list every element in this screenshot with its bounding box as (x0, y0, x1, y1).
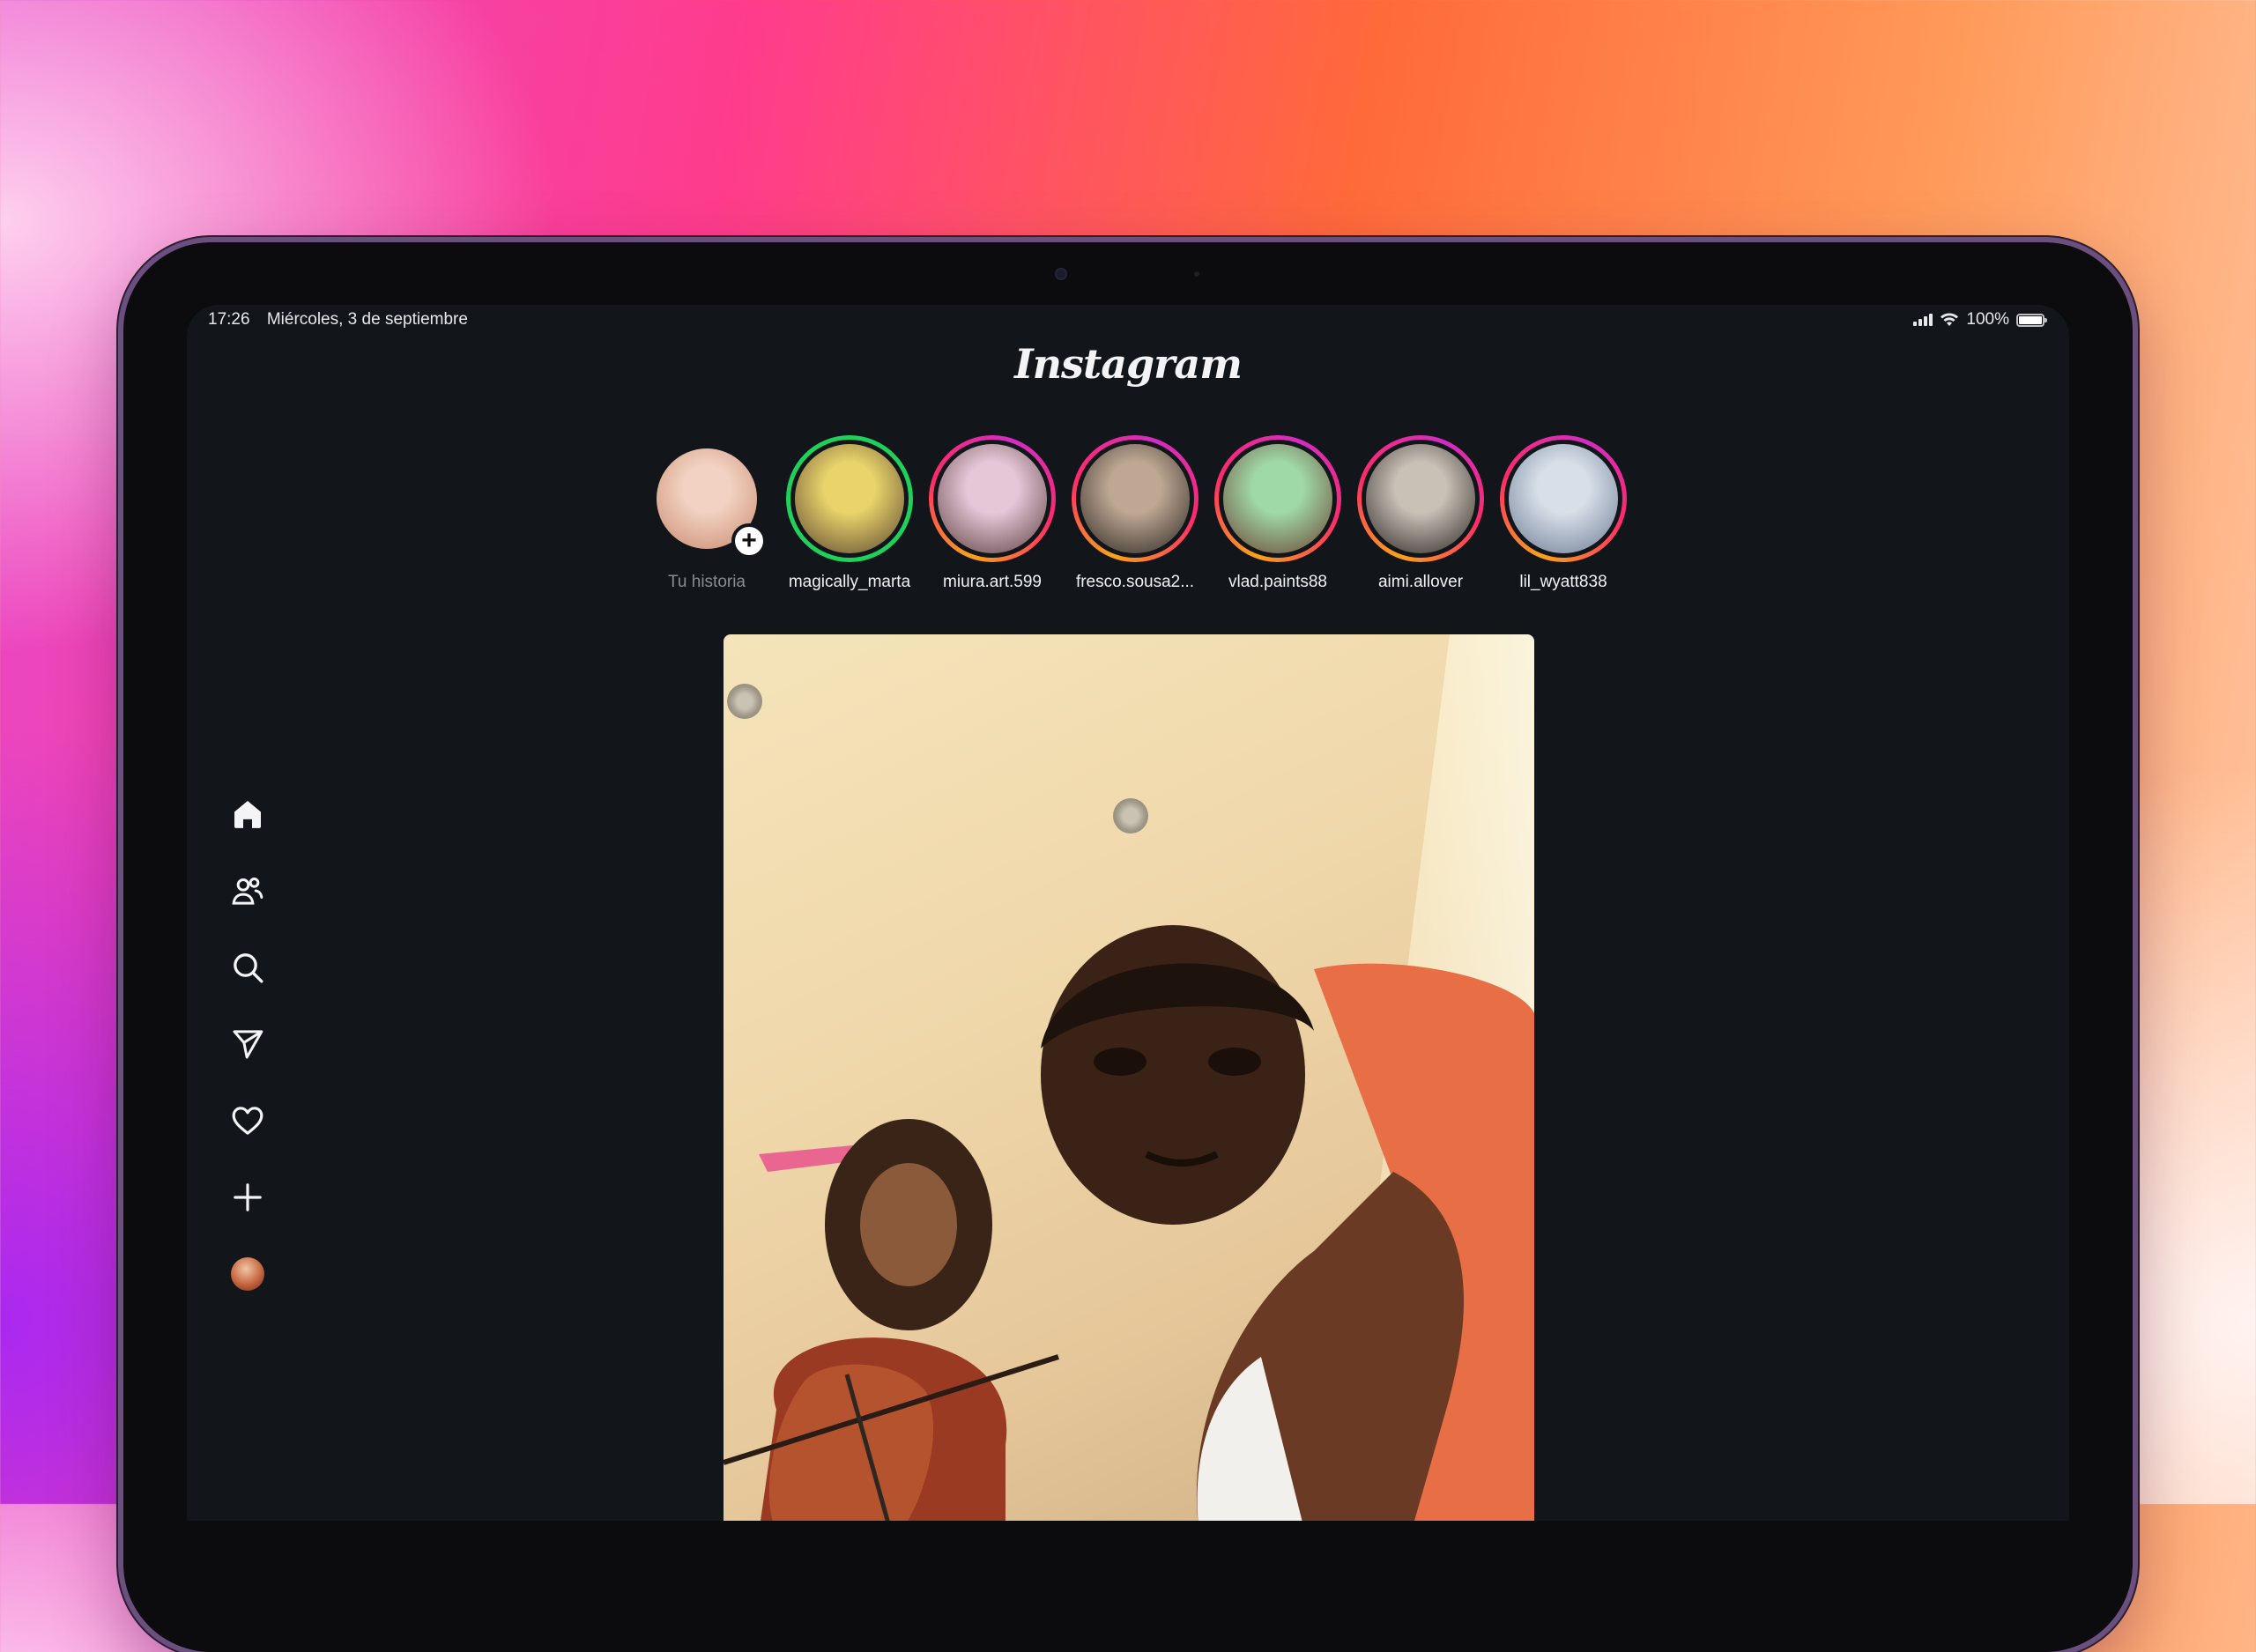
story-username: Tu historia (668, 573, 746, 591)
nav-activity-button[interactable] (217, 1082, 278, 1159)
cellular-signal-icon (1913, 314, 1933, 326)
nav-profile-button[interactable] (217, 1235, 278, 1312)
instagram-screen: 17:26 Miércoles, 3 de septiembre 100% In… (187, 305, 2069, 1521)
story-item[interactable]: fresco.sousa2... (1072, 435, 1198, 592)
story-avatar (1223, 444, 1332, 553)
search-icon (234, 952, 263, 982)
story-item[interactable]: miura.art.599 (929, 435, 1056, 592)
status-time: 17:26 (208, 310, 250, 329)
wifi-icon (1941, 313, 1959, 326)
story-ring (786, 435, 913, 562)
story-avatar (1080, 444, 1190, 553)
battery-icon (2016, 313, 2047, 327)
story-avatar (1509, 444, 1618, 553)
story-ring (1500, 435, 1627, 562)
ambient-sensor (1194, 271, 1199, 277)
add-story-plus-icon[interactable]: + (731, 523, 767, 559)
story-item[interactable]: + Tu historia (645, 435, 768, 592)
story-ring-inner (933, 440, 1051, 558)
story-username: vlad.paints88 (1228, 573, 1327, 591)
story-username: magically_marta (788, 573, 911, 591)
home-icon (234, 800, 261, 828)
story-ring (929, 435, 1056, 562)
nav-create-button[interactable] (217, 1159, 278, 1235)
story-ring-inner (790, 440, 909, 558)
story-username: lil_wyatt838 (1519, 573, 1607, 591)
story-avatar (1366, 444, 1475, 553)
story-username: aimi.allover (1377, 573, 1464, 591)
story-avatar (938, 444, 1047, 553)
plus-icon (234, 1182, 262, 1211)
nav-home-button[interactable] (217, 775, 278, 852)
nav-search-button[interactable] (217, 929, 278, 1005)
sidebar-nav (217, 775, 278, 1312)
story-avatar (795, 444, 904, 553)
profile-avatar (231, 1256, 264, 1291)
story-ring-inner (1504, 440, 1622, 558)
ceiling-fixture (727, 684, 762, 719)
status-date: Miércoles, 3 de septiembre (266, 310, 468, 329)
story-ring: + (643, 435, 770, 562)
nav-friends-button[interactable] (217, 852, 278, 929)
story-ring-inner (1219, 440, 1337, 558)
story-item[interactable]: lil_wyatt838 (1500, 435, 1627, 592)
front-camera (1055, 268, 1067, 280)
people-icon (232, 877, 263, 905)
story-item[interactable]: aimi.allover (1357, 435, 1484, 592)
person-figure (1041, 925, 1534, 1521)
story-ring-inner (1362, 440, 1480, 558)
battery-percentage: 100% (1966, 310, 2009, 329)
feed-post-photo[interactable] (724, 634, 1534, 1521)
story-ring (1214, 435, 1341, 562)
status-bar: 17:26 Miércoles, 3 de septiembre 100% (208, 305, 2047, 333)
send-icon (233, 1029, 263, 1058)
story-item[interactable]: vlad.paints88 (1214, 435, 1341, 592)
ceiling-fixture (1113, 798, 1148, 833)
story-ring (1357, 435, 1484, 562)
nav-messages-button[interactable] (217, 1005, 278, 1082)
stories-tray: + Tu historia magically_marta miura.art.599… (645, 435, 1627, 592)
story-ring (1072, 435, 1198, 562)
instagram-logo: Instagram (1014, 340, 1243, 388)
story-username: miura.art.599 (943, 573, 1042, 591)
story-ring-inner (1076, 440, 1194, 558)
story-item[interactable]: magically_marta (786, 435, 913, 592)
story-username: fresco.sousa2... (1075, 573, 1195, 591)
heart-icon (232, 1106, 263, 1135)
